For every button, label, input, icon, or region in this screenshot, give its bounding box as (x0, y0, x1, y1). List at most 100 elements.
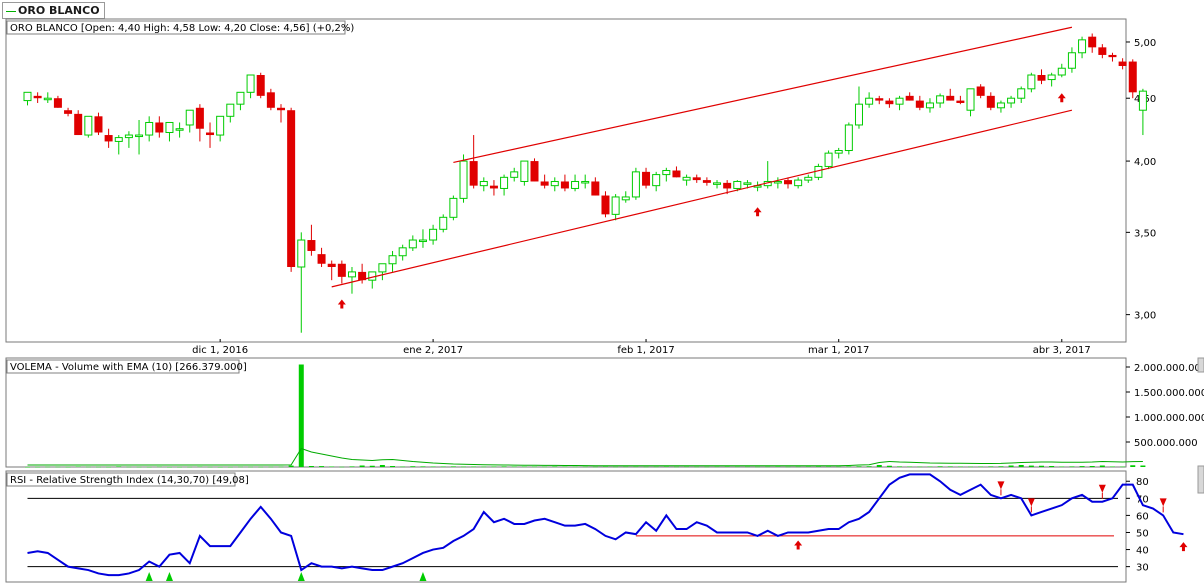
volume-bar (501, 466, 507, 467)
candle-body-up (1067, 52, 1076, 69)
candle-body-up (236, 91, 245, 105)
candle-body-up (966, 88, 975, 111)
candle-body-up (429, 228, 438, 241)
volume-bar (136, 466, 142, 468)
volume-bar (248, 466, 254, 468)
price-y-tick-label: 5,00 (1134, 38, 1156, 49)
volume-bar (714, 466, 720, 468)
volume-bar (1109, 466, 1115, 467)
volume-bar (734, 466, 740, 468)
volume-bar (653, 466, 659, 468)
candle-body-up (662, 170, 671, 176)
rsi-y-tick-label: 40 (1136, 546, 1149, 557)
volume-bar (907, 466, 913, 467)
price-y-tick-label: 3,50 (1134, 228, 1156, 239)
volume-bar (288, 465, 294, 467)
candle-body-down (337, 263, 346, 277)
volume-bar (207, 466, 213, 468)
candle-body-down (692, 177, 701, 181)
volume-bar (968, 466, 974, 468)
volume-bar (85, 466, 91, 468)
volume-bar (643, 466, 649, 468)
volume-bar (957, 466, 963, 467)
volume-bar (461, 466, 467, 468)
candle-body-up (114, 137, 123, 142)
candle-body-down (1037, 75, 1046, 81)
candle-body-down (723, 182, 732, 189)
volume-bar (552, 466, 558, 467)
volume-bar (602, 466, 608, 467)
volume-bar (947, 466, 953, 467)
candle-body-down (672, 170, 681, 178)
candle-body-down (94, 116, 103, 133)
candle-body-down (591, 181, 600, 196)
volume-bar (785, 466, 791, 468)
volume-bar (795, 466, 801, 468)
rsi-buy-arrow-icon (1179, 542, 1188, 552)
candle-body-up (581, 180, 590, 184)
candle-body-down (702, 180, 711, 183)
candle-body-up (925, 102, 934, 109)
volume-bar (613, 466, 619, 468)
price-panel (5, 18, 1127, 343)
volume-bar (278, 466, 284, 468)
candle-body-up (743, 182, 752, 185)
volume-bar (35, 466, 41, 468)
volume-bar (673, 466, 679, 468)
candle-body-up (794, 179, 803, 187)
candle-body-down (277, 107, 285, 111)
candle-body-down (1128, 61, 1137, 93)
volume-title: VOLEMA - Volume with EMA (10) [266.379.0… (10, 362, 247, 373)
candle-body-down (256, 75, 265, 96)
x-tick-label: dic 1, 2016 (192, 345, 248, 356)
candle-body-up (145, 121, 154, 136)
candle-body-down (642, 171, 651, 186)
volume-bar (410, 466, 416, 467)
volume-bar (166, 466, 172, 468)
scroll-stub (1197, 465, 1204, 494)
volume-bar (1140, 465, 1146, 467)
price-y-tick-label: 4,00 (1134, 157, 1156, 168)
candle-body-up (246, 74, 255, 93)
candle-body-up (124, 134, 133, 139)
volume-bar (440, 466, 446, 467)
volume-bar (1120, 466, 1126, 468)
candle-body-up (185, 109, 194, 126)
volume-bar (876, 465, 882, 467)
candle-body-down (327, 263, 336, 267)
candle-body-up (216, 115, 225, 136)
volume-bar (1039, 465, 1044, 467)
volume-panel (5, 357, 1127, 468)
volume-bar (268, 466, 274, 468)
volume-bar (582, 466, 588, 468)
volume-bar (521, 466, 527, 467)
volume-bar (156, 466, 162, 468)
candle-body-up (165, 121, 174, 134)
volume-bar (1028, 465, 1034, 467)
candle-body-down (195, 107, 204, 129)
volume-bar (572, 466, 578, 468)
x-tick-label: mar 1, 2017 (808, 345, 869, 356)
candle-body-down (784, 180, 792, 185)
volume-bar (25, 466, 30, 468)
volume-bar (917, 466, 923, 468)
volume-bar (237, 466, 243, 468)
volume-bar (359, 465, 365, 467)
candle-body-down (155, 122, 164, 133)
volume-bar (704, 466, 710, 468)
candle-body-up (175, 128, 184, 131)
volume-bar (390, 466, 396, 467)
volume-bar (978, 466, 984, 467)
volume-bar (491, 466, 497, 467)
candle-body-down (266, 92, 275, 108)
volume-bar (308, 466, 314, 467)
volume-bar (744, 466, 750, 468)
candle-body-up (408, 239, 417, 249)
candle-body-up (652, 174, 661, 187)
volume-bar (866, 466, 872, 467)
candle-body-up (773, 180, 782, 184)
candle-body-up (297, 239, 306, 268)
candle-body-up (733, 180, 742, 189)
volume-bar (106, 466, 112, 468)
candle-body-up (996, 102, 1005, 109)
